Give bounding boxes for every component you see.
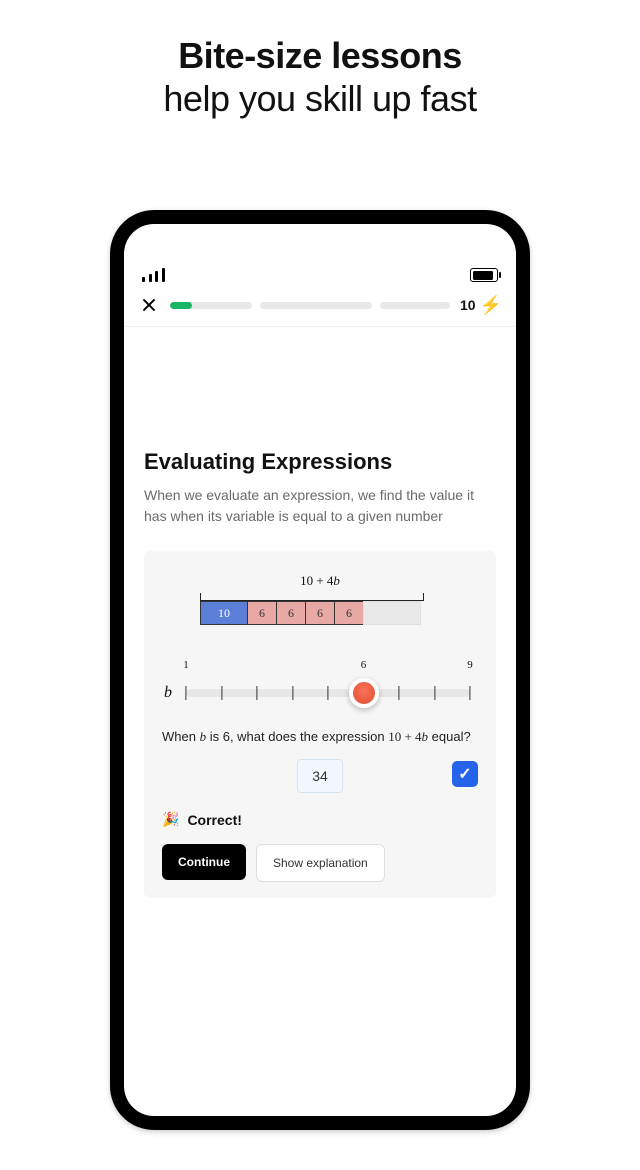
block-10: 10 xyxy=(200,601,248,625)
slider-label-end: 9 xyxy=(467,659,473,671)
lesson-title: Evaluating Expressions xyxy=(144,449,496,475)
continue-button[interactable]: Continue xyxy=(162,844,246,880)
action-buttons: Continue Show explanation xyxy=(162,844,478,882)
party-icon: 🎉 xyxy=(162,811,179,828)
streak-count: 10 xyxy=(460,297,476,313)
answer-row: 34 ✓ xyxy=(162,759,478,793)
headline-regular: help you skill up fast xyxy=(0,77,640,120)
slider[interactable]: b 1 6 9 xyxy=(162,659,478,713)
diagram-top-label: 10 + 4b xyxy=(162,573,478,589)
close-icon[interactable] xyxy=(138,294,160,316)
answer-input[interactable]: 34 xyxy=(297,759,343,793)
question-text: When b is 6, what does the expression 10… xyxy=(162,729,478,745)
lesson-content: Evaluating Expressions When we evaluate … xyxy=(124,327,516,1116)
show-explanation-button[interactable]: Show explanation xyxy=(256,844,385,882)
slider-thumb[interactable] xyxy=(349,678,379,708)
lesson-progress xyxy=(170,302,450,309)
signal-icon xyxy=(142,268,166,282)
promo-headline: Bite-size lessons help you skill up fast xyxy=(0,34,640,120)
slider-label-start: 1 xyxy=(183,659,189,671)
progress-segment-2 xyxy=(260,302,372,309)
exercise-card: 10 + 4b 10 6 6 6 6 xyxy=(144,551,496,898)
slider-variable-label: b xyxy=(164,684,172,702)
slider-scale-labels: 1 6 9 xyxy=(186,659,470,675)
block-b-2: 6 xyxy=(276,601,306,625)
headline-bold: Bite-size lessons xyxy=(0,34,640,77)
status-bar xyxy=(124,224,516,288)
check-icon[interactable]: ✓ xyxy=(452,761,478,787)
block-b-4: 6 xyxy=(334,601,364,625)
phone-frame: 10 ⚡ Evaluating Expressions When we eval… xyxy=(110,210,530,1130)
feedback: 🎉 Correct! xyxy=(162,811,478,828)
progress-fill xyxy=(170,302,192,309)
slider-label-mid: 6 xyxy=(361,659,367,671)
bolt-icon: ⚡ xyxy=(480,296,502,314)
feedback-text: Correct! xyxy=(187,812,241,828)
block-diagram: 10 6 6 6 6 xyxy=(200,601,478,625)
slider-ticks xyxy=(186,683,470,703)
bracket xyxy=(200,593,424,601)
block-b-3: 6 xyxy=(305,601,335,625)
streak-counter: 10 ⚡ xyxy=(460,296,502,314)
battery-icon xyxy=(470,268,498,282)
block-empty xyxy=(363,601,421,625)
progress-segment-3 xyxy=(380,302,450,309)
block-b-1: 6 xyxy=(247,601,277,625)
app-bar: 10 ⚡ xyxy=(124,288,516,326)
progress-segment-1 xyxy=(170,302,252,309)
lesson-description: When we evaluate an expression, we find … xyxy=(144,485,496,527)
phone-screen: 10 ⚡ Evaluating Expressions When we eval… xyxy=(124,224,516,1116)
